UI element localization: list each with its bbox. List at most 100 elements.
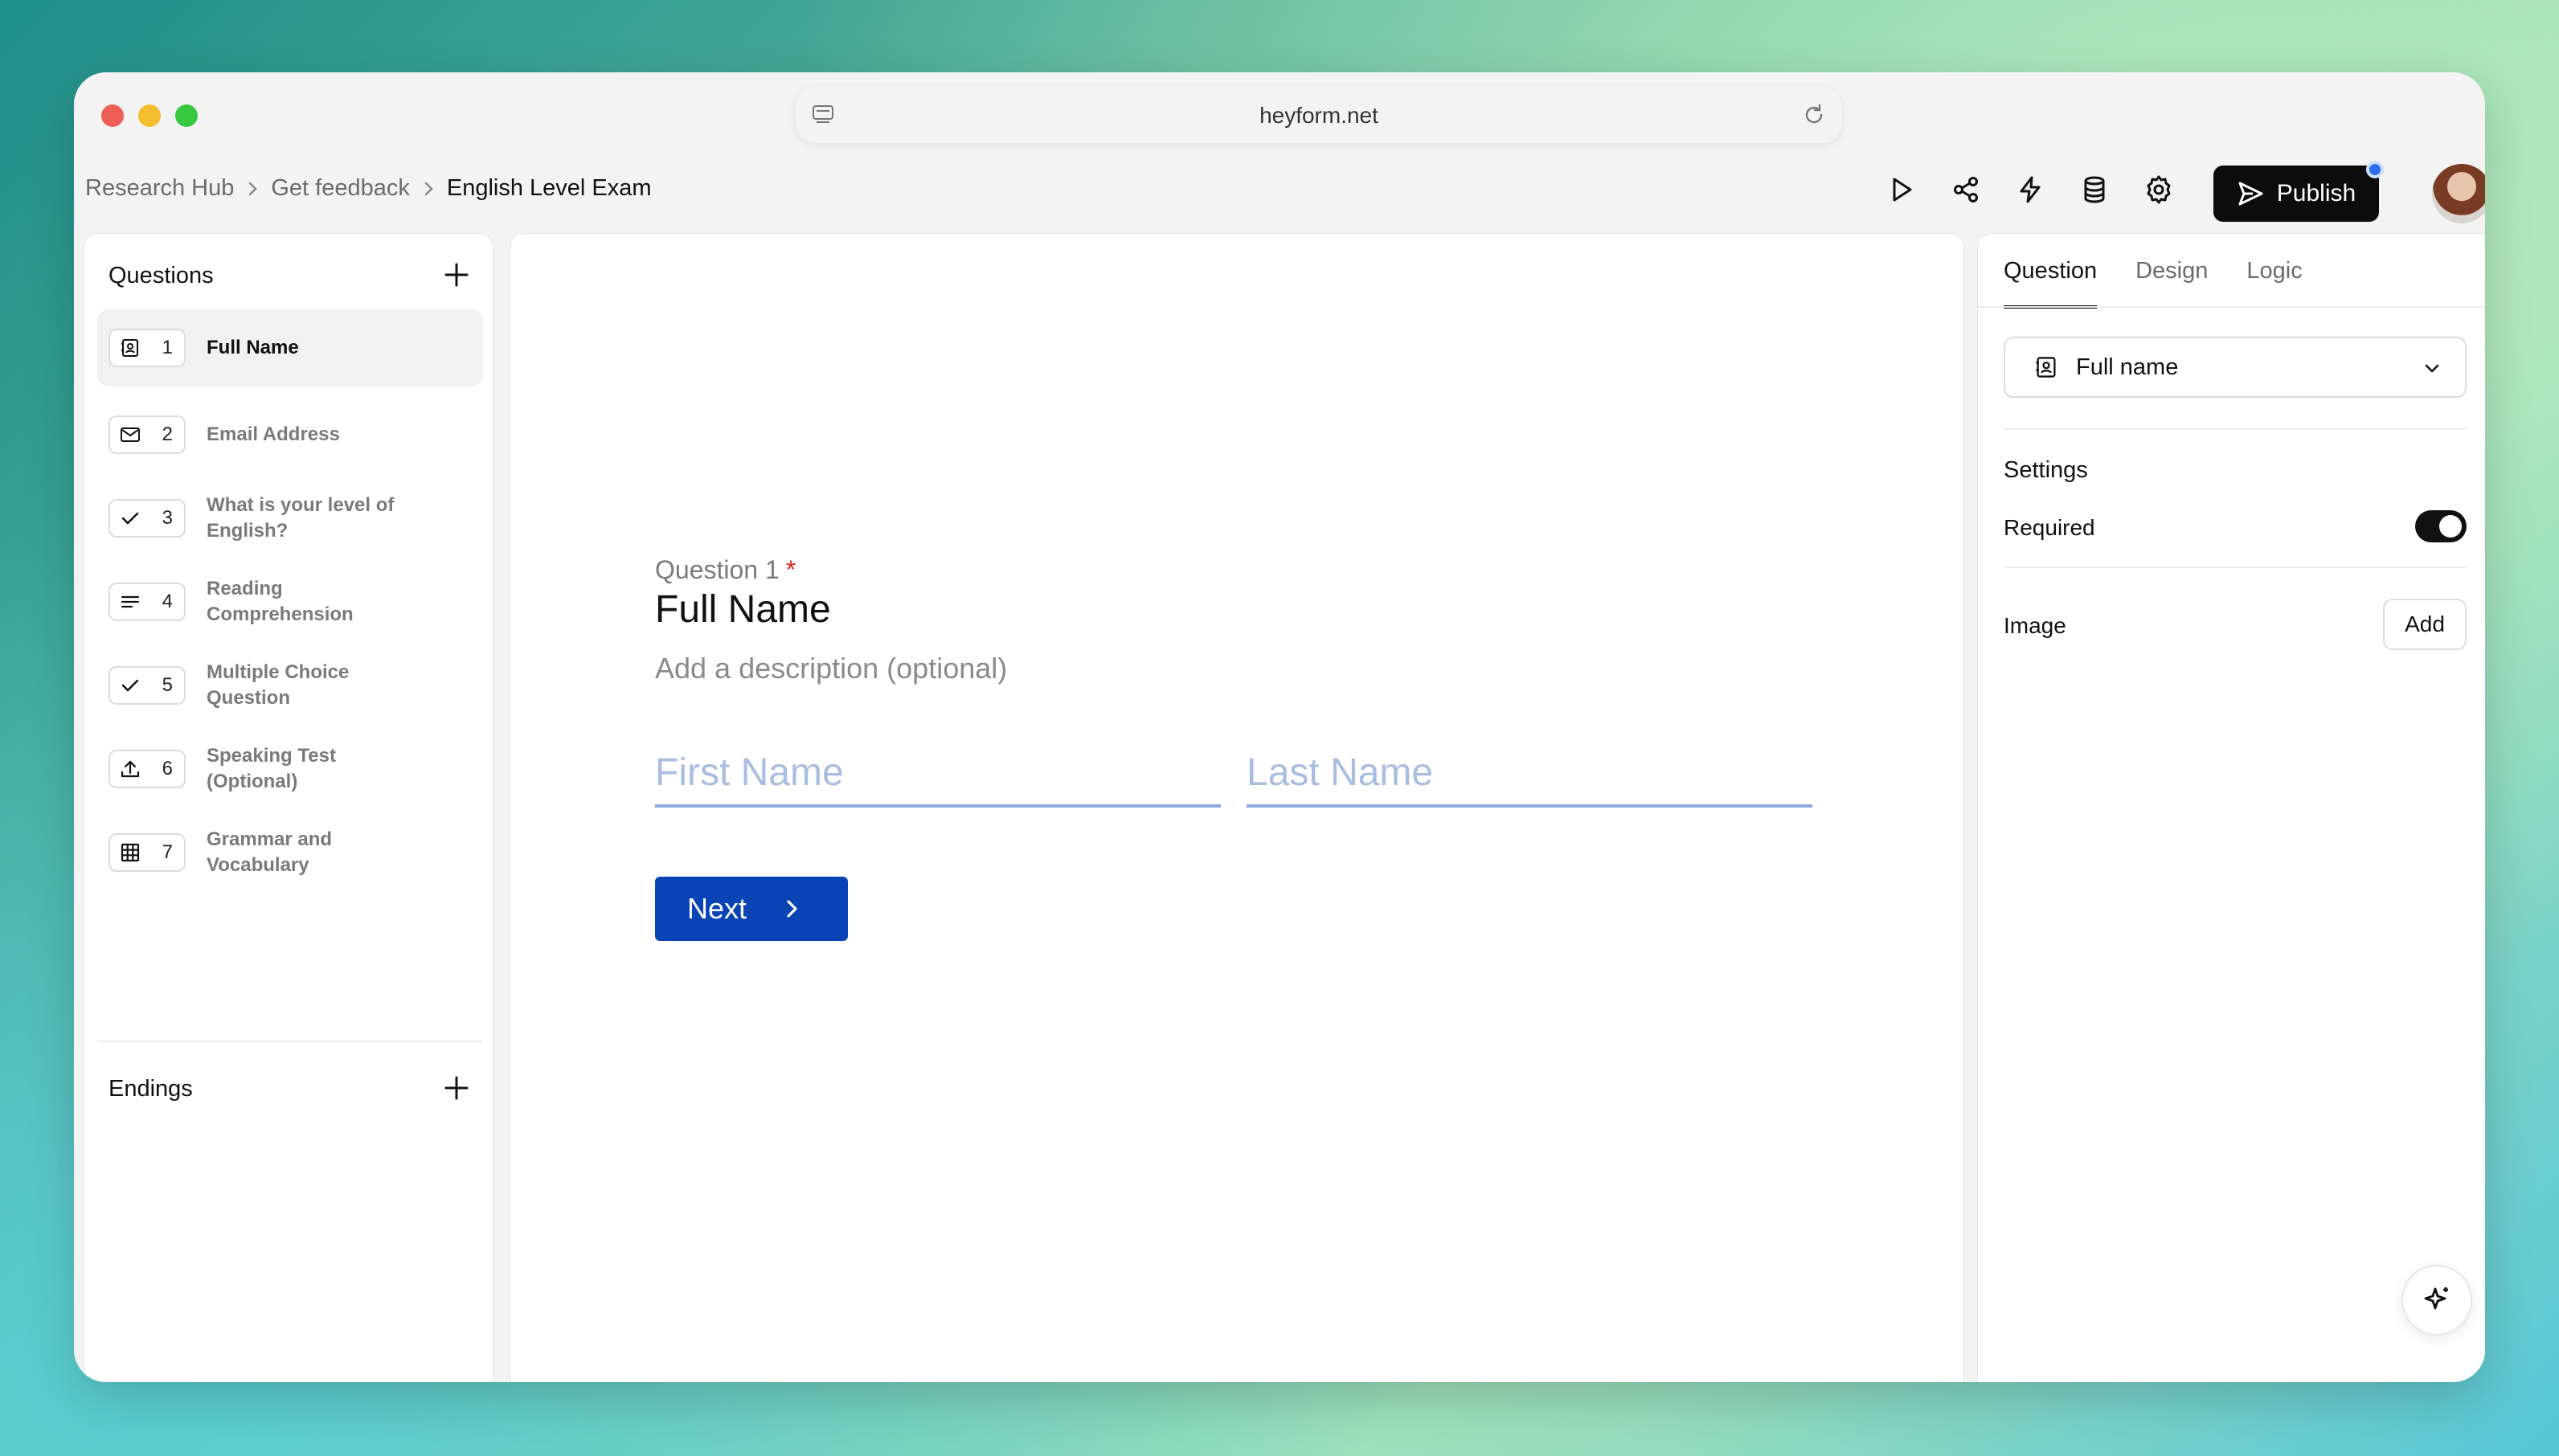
next-button[interactable]: Next bbox=[655, 877, 848, 941]
refresh-icon[interactable] bbox=[1802, 103, 1826, 127]
question-badge: 5 bbox=[109, 666, 186, 705]
question-item-6[interactable]: 6 Speaking Test (Optional) bbox=[97, 727, 483, 811]
question-item-2[interactable]: 2 Email Address bbox=[97, 393, 483, 476]
question-item-3[interactable]: 3 What is your level of English? bbox=[97, 476, 483, 560]
question-number: 7 bbox=[162, 841, 173, 863]
required-toggle[interactable] bbox=[2415, 510, 2467, 542]
tab-logic[interactable]: Logic bbox=[2246, 258, 2302, 309]
add-question-icon[interactable] bbox=[443, 261, 470, 288]
tab-design[interactable]: Design bbox=[2135, 258, 2208, 309]
browser-window: heyform.net Research Hub Get feedback En… bbox=[74, 72, 2485, 1382]
question-number: 6 bbox=[162, 758, 173, 779]
required-mark: * bbox=[785, 555, 796, 584]
upload-icon bbox=[121, 760, 140, 778]
tab-question[interactable]: Question bbox=[2004, 258, 2098, 309]
publish-button[interactable]: Publish bbox=[2213, 166, 2379, 222]
question-item-5[interactable]: 5 Multiple Choice Question bbox=[97, 644, 483, 727]
text-lines-icon bbox=[121, 595, 140, 608]
toggle-knob bbox=[2439, 515, 2462, 538]
question-number: 1 bbox=[162, 337, 173, 358]
question-description[interactable]: Add a description (optional) bbox=[655, 652, 1007, 685]
question-badge: 7 bbox=[109, 833, 186, 872]
url-text: heyform.net bbox=[1259, 103, 1378, 128]
endings-title: Endings bbox=[109, 1076, 193, 1102]
question-badge: 6 bbox=[109, 750, 186, 788]
mail-icon bbox=[121, 427, 140, 442]
last-name-field bbox=[1247, 740, 1812, 808]
contact-card-icon bbox=[121, 339, 138, 357]
question-badge: 3 bbox=[109, 499, 186, 538]
check-icon bbox=[121, 679, 139, 692]
first-name-input[interactable] bbox=[655, 740, 1221, 804]
question-list: 1 Full Name 2 Email Address 3 What is yo… bbox=[97, 309, 483, 894]
divider bbox=[2004, 428, 2467, 430]
question-badge: 2 bbox=[109, 415, 186, 454]
question-number-label: Question 1 * bbox=[655, 555, 796, 585]
required-label: Required bbox=[2004, 515, 2095, 540]
play-icon[interactable] bbox=[1884, 172, 1919, 207]
address-bar[interactable]: heyform.net bbox=[796, 87, 1842, 143]
ai-assistant-button[interactable] bbox=[2401, 1265, 2472, 1335]
add-image-button[interactable]: Add bbox=[2383, 599, 2467, 650]
question-badge: 4 bbox=[109, 583, 186, 621]
close-window-button[interactable] bbox=[101, 104, 124, 127]
question-label: Reading Comprehension bbox=[207, 578, 354, 625]
sparkle-icon bbox=[2424, 1287, 2448, 1310]
question-number: 2 bbox=[162, 423, 173, 445]
grid-icon bbox=[121, 843, 140, 862]
question-number: 5 bbox=[162, 674, 173, 696]
question-label: Grammar and Vocabulary bbox=[207, 828, 333, 876]
last-name-input[interactable] bbox=[1247, 740, 1812, 804]
database-icon[interactable] bbox=[2077, 172, 2112, 207]
question-badge: 1 bbox=[109, 329, 186, 367]
contact-card-icon bbox=[2036, 357, 2056, 378]
question-type-value: Full name bbox=[2076, 354, 2179, 380]
first-name-field bbox=[655, 740, 1221, 808]
question-label: What is your level of English? bbox=[207, 494, 395, 542]
question-item-4[interactable]: 4 Reading Comprehension bbox=[97, 560, 483, 644]
breadcrumb-item-research-hub[interactable]: Research Hub bbox=[85, 175, 234, 202]
question-item-7[interactable]: 7 Grammar and Vocabulary bbox=[97, 811, 483, 894]
share-icon[interactable] bbox=[1948, 172, 1984, 207]
check-icon bbox=[121, 512, 139, 525]
lightning-icon[interactable] bbox=[2012, 172, 2048, 207]
question-type-select[interactable]: Full name bbox=[2004, 337, 2467, 398]
question-number: 3 bbox=[162, 507, 173, 529]
breadcrumb-item-current: English Level Exam bbox=[446, 175, 652, 201]
chevron-right-icon bbox=[787, 900, 797, 918]
divider bbox=[2004, 566, 2467, 568]
chevron-down-icon bbox=[2425, 364, 2439, 373]
app-toolbar: Research Hub Get feedback English Level … bbox=[74, 157, 2485, 223]
user-avatar[interactable] bbox=[2432, 164, 2485, 223]
questions-panel: Questions 1 Full Name 2 Email Address 3 … bbox=[84, 233, 493, 1382]
gear-icon[interactable] bbox=[2141, 172, 2176, 207]
image-label: Image bbox=[2004, 613, 2066, 638]
divider bbox=[97, 1041, 483, 1042]
add-ending-icon[interactable] bbox=[443, 1074, 470, 1102]
tabs-divider bbox=[1978, 306, 2485, 308]
questions-title: Questions bbox=[109, 263, 214, 288]
breadcrumb: Research Hub Get feedback English Level … bbox=[85, 175, 652, 202]
notification-dot bbox=[2366, 161, 2384, 178]
question-label: Full Name bbox=[207, 337, 299, 358]
minimize-window-button[interactable] bbox=[138, 104, 161, 127]
title-bar: heyform.net bbox=[74, 72, 2485, 157]
next-label: Next bbox=[687, 892, 747, 925]
question-title[interactable]: Full Name bbox=[655, 587, 831, 632]
question-number: 4 bbox=[162, 591, 173, 612]
question-item-1[interactable]: 1 Full Name bbox=[97, 309, 483, 386]
properties-panel: Question Design Logic Full name Settings… bbox=[1977, 233, 2485, 1382]
publish-label: Publish bbox=[2276, 180, 2356, 207]
question-label: Speaking Test (Optional) bbox=[207, 745, 336, 792]
question-label: Multiple Choice Question bbox=[207, 661, 350, 709]
chevron-right-icon bbox=[234, 178, 271, 200]
chevron-right-icon bbox=[410, 178, 447, 200]
maximize-window-button[interactable] bbox=[175, 104, 198, 127]
question-meta-text: Question 1 bbox=[655, 555, 780, 584]
breadcrumb-item-get-feedback[interactable]: Get feedback bbox=[271, 175, 410, 202]
form-preview-panel: Question 1 * Full Name Add a description … bbox=[510, 233, 1964, 1382]
properties-tabs: Question Design Logic bbox=[2004, 258, 2303, 309]
send-icon bbox=[2238, 182, 2263, 206]
question-label: Email Address bbox=[207, 423, 340, 445]
settings-title: Settings bbox=[2004, 457, 2088, 483]
